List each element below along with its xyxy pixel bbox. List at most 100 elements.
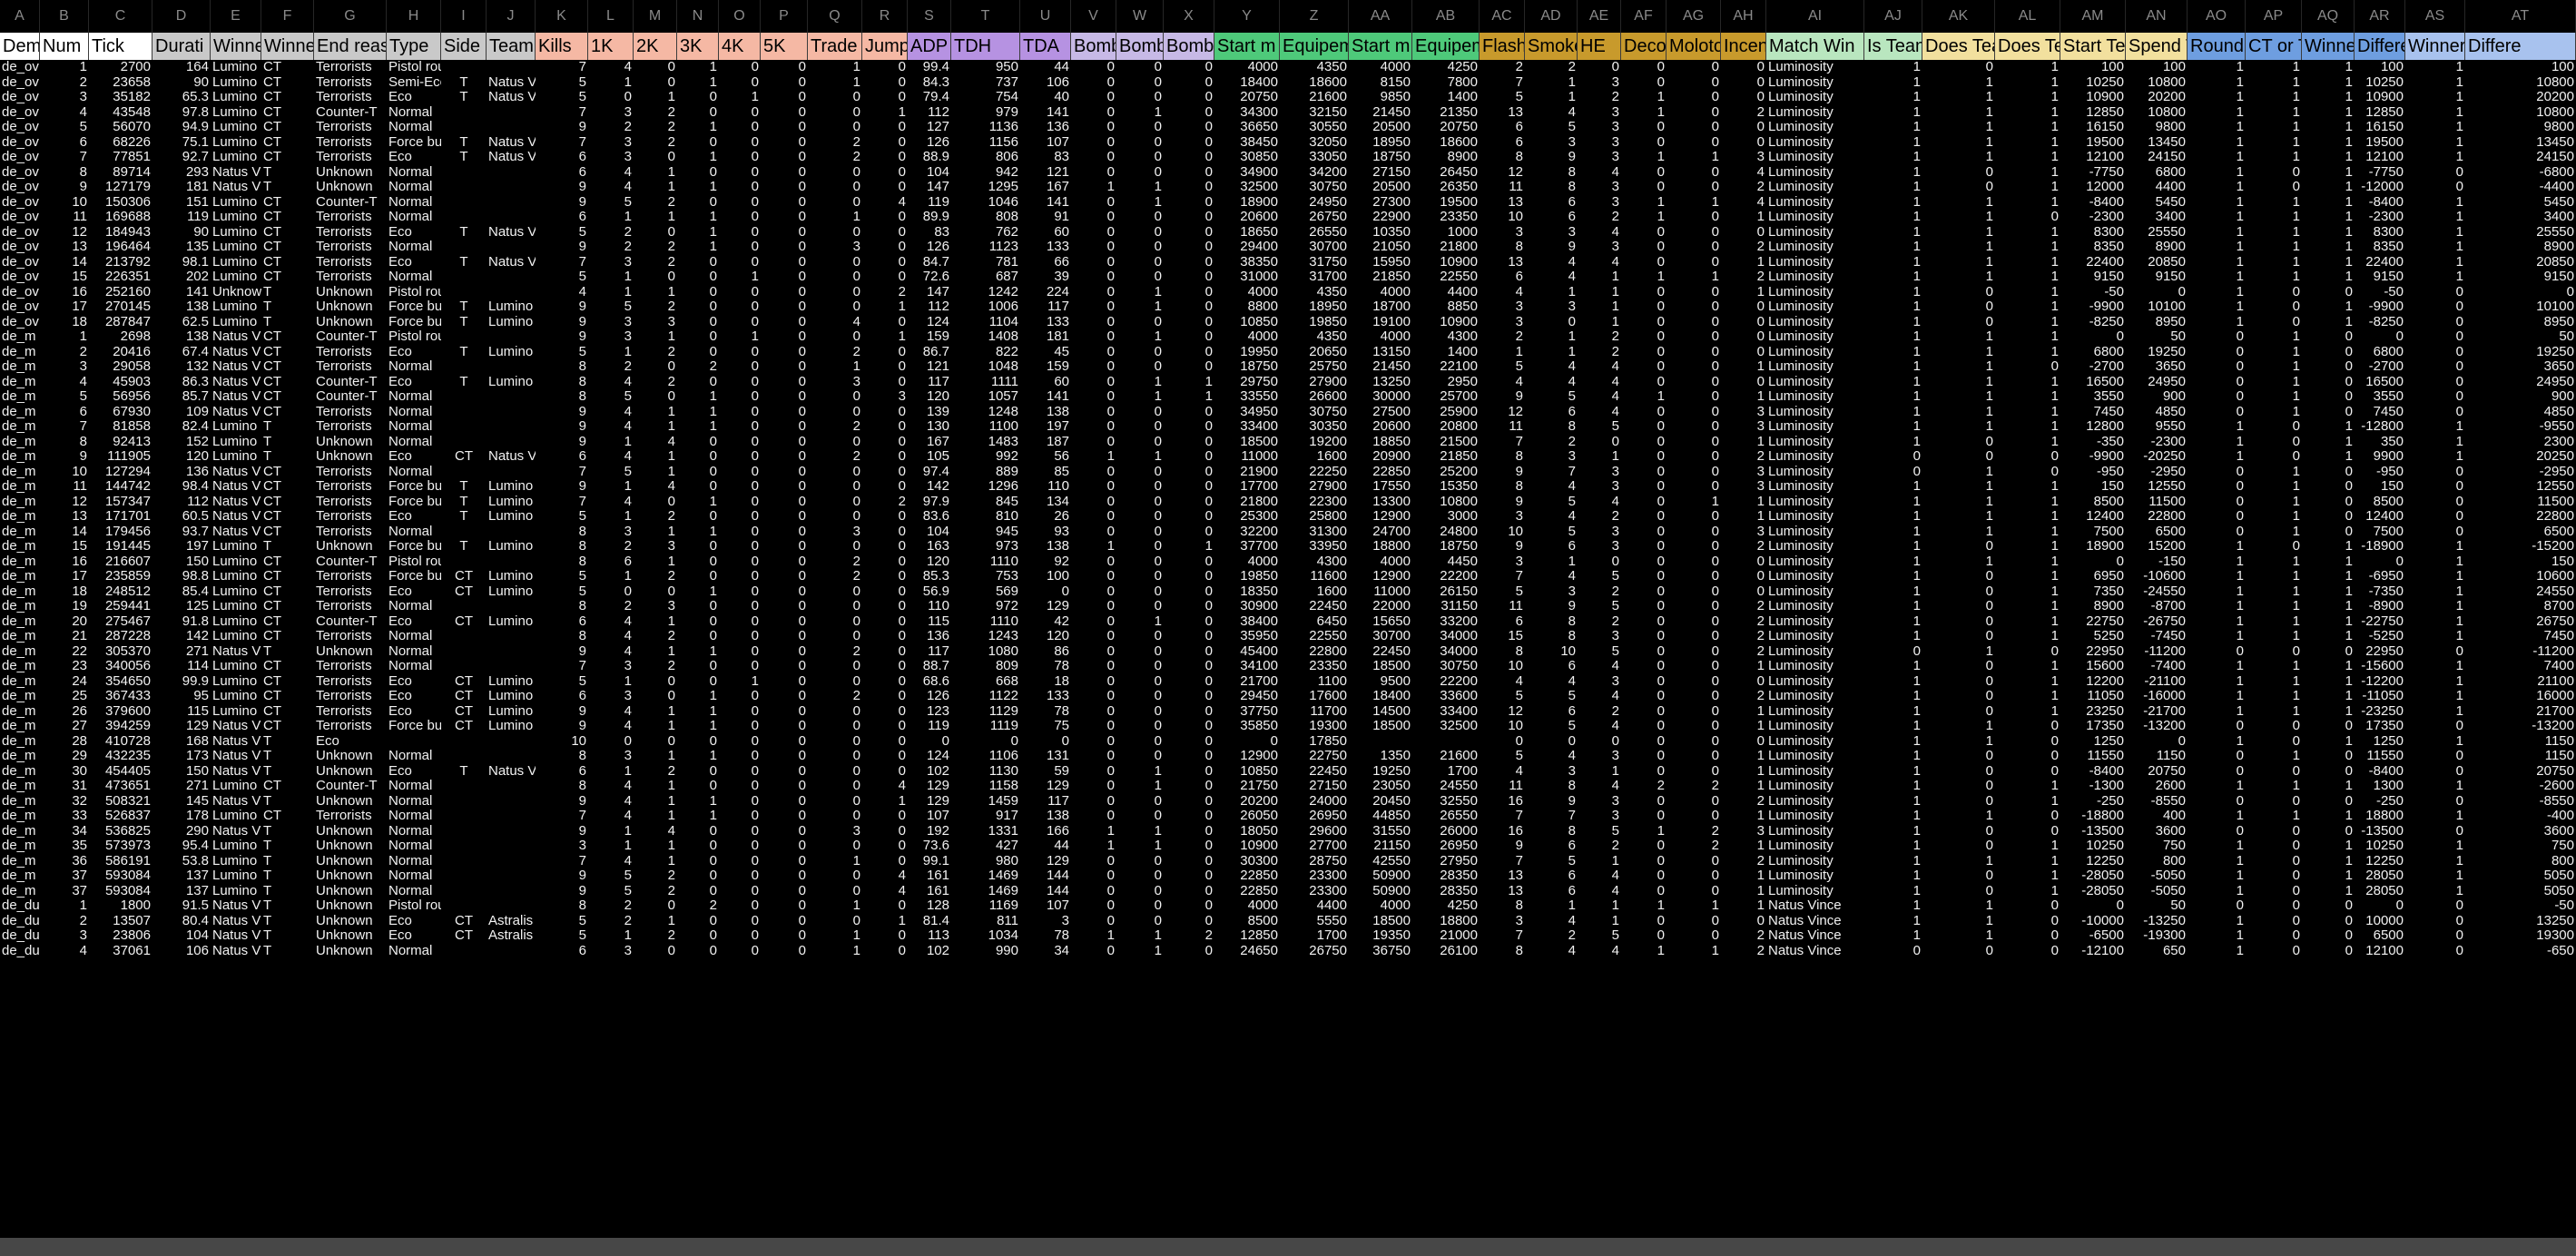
table-cell[interactable]: -9900 (2060, 449, 2126, 465)
table-cell[interactable]: Eco (387, 764, 441, 780)
table-cell[interactable]: 0 (1922, 944, 1995, 959)
table-cell[interactable]: 45 (1020, 345, 1071, 360)
table-cell[interactable]: 1150 (2465, 749, 2576, 764)
header-cell[interactable]: Jump K (862, 33, 908, 60)
table-cell[interactable]: 0 (677, 435, 719, 450)
table-cell[interactable]: 1 (2302, 734, 2355, 750)
table-cell[interactable]: 4350 (1280, 285, 1349, 300)
table-cell[interactable]: 0 (677, 674, 719, 690)
table-cell[interactable]: CT (261, 90, 314, 105)
table-cell[interactable]: 27900 (1280, 479, 1349, 495)
table-cell[interactable]: Terrorists (314, 240, 387, 255)
table-cell[interactable]: 1 (1995, 255, 2060, 270)
table-cell[interactable]: 3 (1578, 525, 1621, 540)
table-cell[interactable]: 1 (2246, 749, 2302, 764)
table-cell[interactable]: -1300 (2060, 779, 2126, 794)
table-cell[interactable]: 0 (634, 944, 677, 959)
table-cell[interactable]: 0 (677, 329, 719, 345)
table-cell[interactable]: Terrorists (314, 419, 387, 435)
table-cell[interactable]: de_m (0, 659, 40, 674)
table-cell[interactable]: 0 (808, 299, 862, 315)
table-cell[interactable]: 12 (1480, 405, 1525, 420)
table-cell[interactable]: 23300 (1280, 868, 1349, 884)
table-cell[interactable] (441, 554, 487, 570)
table-cell[interactable]: 15650 (1349, 614, 1412, 630)
header-cell[interactable]: Incend (1721, 33, 1766, 60)
table-cell[interactable]: 147 (908, 285, 951, 300)
table-cell[interactable]: 0 (2246, 435, 2302, 450)
table-cell[interactable]: 22950 (2060, 644, 2126, 660)
table-cell[interactable]: Lumino (211, 809, 261, 824)
table-cell[interactable]: 0 (1667, 345, 1721, 360)
table-cell[interactable]: 0 (1922, 659, 1995, 674)
table-cell[interactable]: 139 (908, 405, 951, 420)
table-cell[interactable]: 14 (40, 525, 89, 540)
table-cell[interactable]: 8800 (1214, 299, 1280, 315)
table-cell[interactable]: de_m (0, 644, 40, 660)
table-cell[interactable]: 1 (1864, 285, 1922, 300)
table-cell[interactable]: 1 (2188, 150, 2246, 165)
table-cell[interactable]: 1 (1864, 345, 1922, 360)
header-cell[interactable]: 1K (588, 33, 634, 60)
table-cell[interactable]: 0 (761, 299, 808, 315)
table-cell[interactable]: 0 (719, 165, 761, 181)
table-cell[interactable]: 27500 (1349, 405, 1412, 420)
table-cell[interactable]: de_m (0, 779, 40, 794)
table-cell[interactable]: 6 (536, 689, 588, 704)
table-cell[interactable]: 20750 (1214, 90, 1280, 105)
table-cell[interactable]: 1 (1864, 764, 1922, 780)
table-cell[interactable]: 900 (2126, 389, 2188, 405)
table-row[interactable]: de_m 8 92413 152 Lumino T Unknown Normal 9 1 4 0 0 0 0… (0, 435, 2576, 450)
table-cell[interactable]: CT (441, 719, 487, 734)
table-cell[interactable]: 12900 (1349, 569, 1412, 584)
table-cell[interactable]: 0 (808, 225, 862, 240)
table-cell[interactable]: 21600 (1280, 90, 1349, 105)
table-cell[interactable]: 10900 (1412, 255, 1480, 270)
table-cell[interactable]: 0 (908, 734, 951, 750)
table-cell[interactable]: 1 (1995, 884, 2060, 899)
table-cell[interactable]: -250 (2060, 794, 2126, 810)
table-cell[interactable]: Terrorists (314, 689, 387, 704)
table-cell[interactable]: Luminosity (1766, 75, 1864, 91)
table-cell[interactable]: 0 (862, 180, 908, 195)
table-cell[interactable]: 4 (588, 704, 634, 720)
table-cell[interactable]: 0 (1621, 255, 1667, 270)
table-cell[interactable]: 0 (2188, 749, 2246, 764)
table-cell[interactable]: 0 (1116, 674, 1164, 690)
table-cell[interactable]: 89.9 (908, 210, 951, 225)
table-cell[interactable]: 1331 (951, 824, 1020, 839)
table-cell[interactable]: 3550 (2355, 389, 2405, 405)
table-cell[interactable]: 1 (1922, 270, 1995, 285)
table-cell[interactable]: 1 (1116, 944, 1164, 959)
table-cell[interactable]: 0 (1621, 539, 1667, 554)
table-cell[interactable]: 21750 (1214, 779, 1280, 794)
table-cell[interactable]: CT (441, 928, 487, 944)
table-cell[interactable]: Terrorists (314, 90, 387, 105)
table-cell[interactable]: 128 (908, 898, 951, 914)
table-cell[interactable]: 822 (951, 345, 1020, 360)
table-cell[interactable]: 1 (2302, 225, 2355, 240)
table-cell[interactable]: CT (261, 479, 314, 495)
table-cell[interactable]: Lumino (211, 105, 261, 121)
table-cell[interactable]: 0 (761, 868, 808, 884)
table-cell[interactable]: 0 (2246, 539, 2302, 554)
table-cell[interactable]: 0 (808, 195, 862, 211)
table-cell[interactable]: 2 (808, 569, 862, 584)
table-cell[interactable]: 1 (1116, 449, 1164, 465)
table-cell[interactable]: 0 (677, 135, 719, 151)
table-cell[interactable]: 0 (677, 884, 719, 899)
column-letter-ae[interactable]: AE (1578, 0, 1621, 33)
table-cell[interactable]: 3 (1578, 105, 1621, 121)
table-cell[interactable]: CT (261, 240, 314, 255)
table-cell[interactable]: 137 (152, 868, 211, 884)
table-cell[interactable]: 187 (1020, 435, 1071, 450)
table-cell[interactable]: 10350 (1349, 225, 1412, 240)
table-cell[interactable] (487, 644, 536, 660)
table-cell[interactable]: 1 (2188, 165, 2246, 181)
table-cell[interactable]: 1 (677, 749, 719, 764)
table-cell[interactable]: Natus V (211, 405, 261, 420)
table-cell[interactable]: 0 (1071, 419, 1116, 435)
table-cell[interactable]: 161 (908, 868, 951, 884)
table-cell[interactable]: 19350 (1349, 928, 1412, 944)
table-cell[interactable]: 9 (536, 195, 588, 211)
